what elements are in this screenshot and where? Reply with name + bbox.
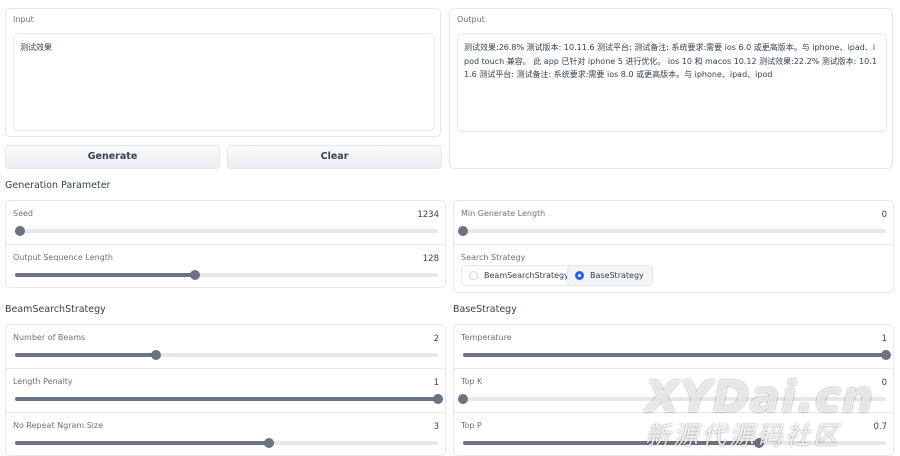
- output-label: Output: [457, 15, 485, 24]
- num-beams-slider-row: Number of Beams 2: [6, 325, 445, 368]
- radio-dot-selected: [575, 271, 584, 280]
- temperature-label: Temperature: [461, 333, 512, 342]
- output-panel: Output 测试效果:26.8% 测试版本: 10.11.6 测试平台: 测试…: [449, 8, 893, 169]
- radio-beam-search-strategy[interactable]: BeamSearchStrategy: [461, 265, 578, 286]
- radio-base-strategy[interactable]: BaseStrategy: [567, 265, 653, 286]
- min-length-value[interactable]: 0: [882, 210, 887, 220]
- output-length-value[interactable]: 128: [423, 254, 439, 264]
- radio-label: BeamSearchStrategy: [484, 271, 569, 280]
- beam-search-title: BeamSearchStrategy: [5, 304, 106, 315]
- input-textarea[interactable]: 测试效果: [13, 33, 435, 131]
- temperature-slider-row: Temperature 1: [454, 325, 893, 368]
- seed-label: Seed: [13, 209, 33, 218]
- output-length-slider[interactable]: [15, 270, 438, 280]
- generation-left-group: Seed 1234 Output Sequence Length 128: [5, 200, 446, 288]
- radio-dot: [469, 271, 478, 280]
- top-k-value[interactable]: 0: [882, 378, 887, 388]
- temperature-slider-thumb[interactable]: [881, 350, 891, 360]
- length-penalty-slider-thumb[interactable]: [433, 394, 443, 404]
- generate-button[interactable]: Generate: [5, 145, 220, 169]
- base-strategy-title: BaseStrategy: [453, 304, 517, 315]
- no-repeat-ngram-value[interactable]: 3: [434, 422, 439, 432]
- output-length-slider-thumb[interactable]: [189, 270, 200, 280]
- top-p-value[interactable]: 0.7: [873, 422, 887, 432]
- beam-search-group: Number of Beams 2 Length Penalty 1 No Re…: [5, 324, 446, 456]
- no-repeat-ngram-slider-thumb[interactable]: [263, 438, 274, 448]
- input-panel: Input 测试效果: [5, 8, 441, 137]
- top-k-label: Top K: [461, 377, 483, 386]
- input-label: Input: [13, 15, 34, 24]
- output-length-slider-row: Output Sequence Length 128: [6, 245, 445, 287]
- num-beams-slider[interactable]: [15, 350, 438, 360]
- no-repeat-ngram-slider-row: No Repeat Ngram Size 3: [6, 413, 445, 455]
- generation-parameter-title: Generation Parameter: [5, 180, 111, 191]
- seed-slider-thumb[interactable]: [15, 226, 26, 236]
- min-length-slider-thumb[interactable]: [458, 226, 468, 236]
- temperature-value[interactable]: 1: [882, 334, 887, 344]
- temperature-slider[interactable]: [463, 350, 891, 360]
- seed-slider[interactable]: [15, 226, 438, 236]
- min-length-slider[interactable]: [458, 226, 886, 236]
- search-strategy-label: Search Strategy: [461, 253, 526, 262]
- watermark-subtitle: 新源代源码社区: [645, 421, 842, 450]
- min-length-slider-row: Min Generate Length 0: [454, 201, 893, 244]
- clear-button[interactable]: Clear: [227, 145, 442, 169]
- length-penalty-slider-row: Length Penalty 1: [6, 369, 445, 412]
- no-repeat-ngram-label: No Repeat Ngram Size: [13, 421, 104, 430]
- length-penalty-value[interactable]: 1: [434, 378, 439, 388]
- num-beams-slider-thumb[interactable]: [150, 350, 161, 360]
- output-textarea[interactable]: 测试效果:26.8% 测试版本: 10.11.6 测试平台: 测试备注: 系统要…: [457, 33, 887, 132]
- seed-value[interactable]: 1234: [417, 210, 439, 220]
- length-penalty-slider[interactable]: [15, 394, 443, 404]
- num-beams-label: Number of Beams: [13, 333, 86, 342]
- radio-label: BaseStrategy: [590, 271, 644, 280]
- length-penalty-label: Length Penalty: [13, 377, 73, 386]
- min-length-label: Min Generate Length: [461, 209, 546, 218]
- top-k-slider-thumb[interactable]: [458, 394, 468, 404]
- seed-slider-row: Seed 1234: [6, 201, 445, 244]
- top-p-label: Top P: [461, 421, 482, 430]
- num-beams-value[interactable]: 2: [434, 334, 439, 344]
- output-length-label: Output Sequence Length: [13, 253, 113, 262]
- no-repeat-ngram-slider[interactable]: [15, 438, 438, 448]
